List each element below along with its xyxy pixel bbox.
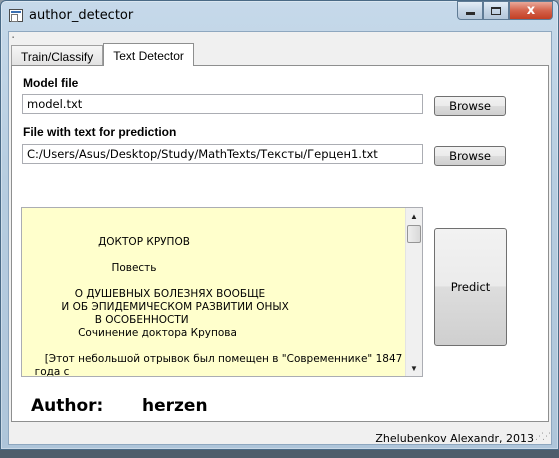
app-window-icon[interactable]	[9, 9, 23, 22]
tab-bar: Train/Classify Text Detector	[11, 43, 194, 66]
author-value: herzen	[142, 396, 208, 416]
close-icon: x	[526, 3, 536, 18]
tab-text-detector[interactable]: Text Detector	[103, 43, 194, 66]
text-preview-area[interactable]: ДОКТОР КРУПОВ Повесть О ДУШЕВНЫХ БОЛЕЗНЯ…	[21, 207, 423, 377]
text-browse-button[interactable]: Browse	[434, 146, 506, 166]
close-button[interactable]: x	[509, 1, 553, 20]
maximize-button[interactable]	[483, 1, 509, 20]
client-area: ▪ Train/Classify Text Detector Model fil…	[8, 31, 552, 445]
model-file-label: Model file	[23, 76, 79, 90]
model-file-input[interactable]: model.txt	[22, 94, 423, 114]
tab-train-classify[interactable]: Train/Classify	[11, 45, 104, 66]
predict-button[interactable]: Predict	[434, 228, 507, 346]
text-file-input[interactable]: C:/Users/Asus/Desktop/Study/MathTexts/Те…	[22, 144, 423, 164]
app-window: author_detector x ▪ Train/Classify Text …	[0, 0, 559, 450]
text-preview-scrollbar[interactable]: ▲ ▼	[405, 208, 422, 376]
window-title: author_detector	[29, 8, 134, 23]
text-file-label: File with text for prediction	[23, 125, 177, 139]
scroll-thumb[interactable]	[407, 225, 421, 243]
text-detector-panel: Model file model.txt Browse File with te…	[11, 65, 549, 445]
scroll-up-icon[interactable]: ▲	[406, 208, 422, 224]
scroll-down-icon[interactable]: ▼	[406, 360, 422, 376]
caption-buttons: x	[457, 1, 553, 20]
maximize-icon	[491, 6, 501, 15]
model-browse-button[interactable]: Browse	[434, 96, 506, 116]
author-label: Author:	[31, 396, 104, 416]
minimize-icon	[465, 12, 475, 15]
credit-text: Zhelubenkov Alexandr, 2013	[375, 432, 534, 445]
minimize-button[interactable]	[457, 1, 483, 20]
title-bar[interactable]: author_detector x	[1, 1, 558, 31]
text-preview-content: ДОКТОР КРУПОВ Повесть О ДУШЕВНЫХ БОЛЕЗНЯ…	[34, 236, 403, 377]
desktop-strip	[0, 450, 559, 458]
menu-grip: ▪	[12, 35, 15, 41]
resize-grip-icon[interactable]: ⋰⋰	[535, 431, 551, 442]
